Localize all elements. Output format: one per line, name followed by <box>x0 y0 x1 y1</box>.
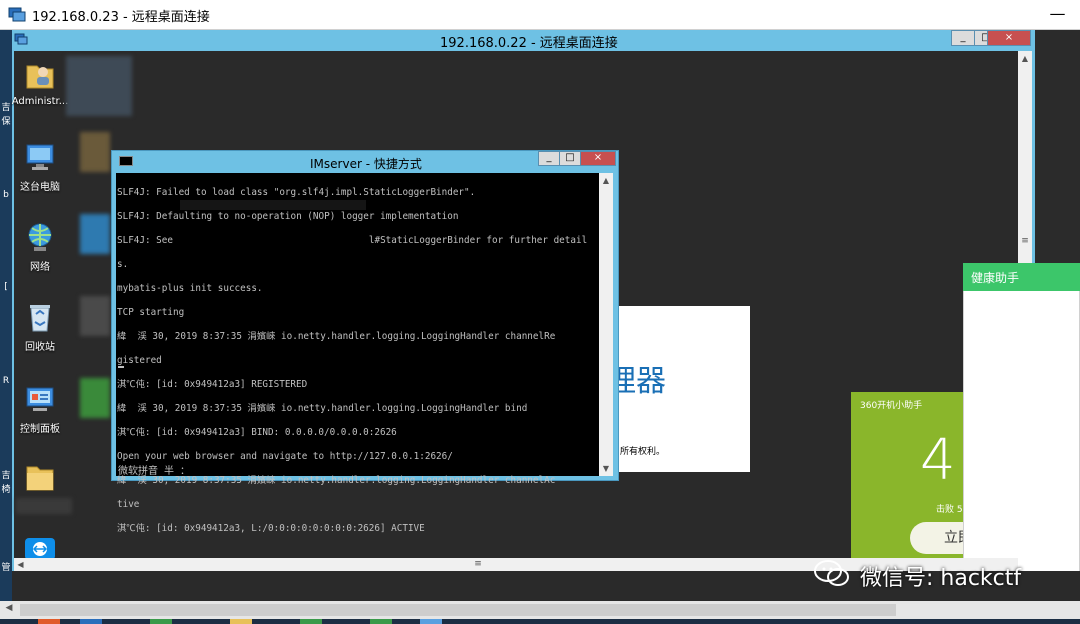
desktop-icon-control-panel[interactable]: 控制面板 <box>10 382 70 435</box>
scroll-left-icon[interactable]: ◀ <box>2 603 16 617</box>
strip-text: [ <box>4 282 8 292</box>
wechat-icon <box>814 560 849 586</box>
desktop-icon-label: 这台电脑 <box>20 182 60 193</box>
360-helper-title: 360开机小助手 <box>860 401 923 411</box>
scroll-down-icon[interactable]: ▼ <box>599 462 613 475</box>
desktop-icon-administrator[interactable]: Administr... <box>10 58 70 107</box>
remote-desktop-icon <box>14 33 28 45</box>
console-restore-button[interactable]: □ <box>559 151 581 166</box>
console-line: 淇℃伅: [id: 0x949412a3] REGISTERED <box>117 379 308 390</box>
desktop-icon-this-pc[interactable]: 这台电脑 <box>10 140 70 193</box>
blurred-icon <box>80 296 110 336</box>
remote-desktop-icon <box>8 7 26 22</box>
console-line: mybatis-plus init success. <box>117 283 263 294</box>
desktop-icon-folder[interactable] <box>10 460 70 498</box>
desktop-icon-label: Administr... <box>11 96 69 107</box>
blurred-icon <box>80 214 110 254</box>
blurred-icon <box>80 132 110 172</box>
control-panel-icon <box>23 382 57 416</box>
strip-text: 保 <box>1 117 11 127</box>
desktop-icon-label: 回收站 <box>25 342 55 353</box>
console-line: gistered <box>117 355 162 366</box>
console-line: TCP starting <box>117 307 185 318</box>
network-icon <box>23 220 57 254</box>
taskbar-app-icon[interactable] <box>230 619 252 624</box>
scrollbar-grip[interactable]: ≡ <box>1018 236 1032 248</box>
taskbar-app-icon[interactable] <box>150 619 172 624</box>
console-line: tive <box>117 499 140 510</box>
desktop-icon-recycle-bin[interactable]: 回收站 <box>10 300 70 353</box>
blurred-window <box>66 56 132 116</box>
scrollbar-thumb[interactable] <box>20 604 896 616</box>
console-line: SLF4J: Failed to load class "org.slf4j.i… <box>117 187 476 198</box>
inner-window-title: 192.168.0.22 - 远程桌面连接 <box>440 36 618 51</box>
blurred-label <box>16 498 72 514</box>
console-scrollbar[interactable] <box>599 173 613 476</box>
console-line: 淇℃伅: [id: 0x949412a3] BIND: 0.0.0.0/0.0.… <box>117 427 397 438</box>
folder-icon <box>23 460 57 494</box>
console-line: SLF4J: Defaulting to no-operation (NOP) … <box>117 211 459 222</box>
desktop-icon-label: 网络 <box>30 262 50 273</box>
computer-icon <box>23 140 57 174</box>
console-minimize-button[interactable]: _ <box>538 151 560 166</box>
console-log: SLF4J: Failed to load class "org.slf4j.i… <box>117 175 599 547</box>
desktop-icon-network[interactable]: 网络 <box>10 220 70 273</box>
watermark-text: 微信号: hackctf <box>860 566 1022 591</box>
user-folder-icon <box>23 58 57 92</box>
scroll-up-icon[interactable]: ▲ <box>599 174 613 187</box>
taskbar-app-icon[interactable] <box>300 619 322 624</box>
health-assistant-title: 健康助手 <box>971 271 1020 285</box>
scroll-up-icon[interactable]: ▲ <box>1018 52 1032 66</box>
teamviewer-icon <box>23 536 57 560</box>
console-line: 緯 渓 30, 2019 8:37:35 涓嬪崍 io.netty.handle… <box>117 403 528 414</box>
blurred-icon <box>80 378 110 418</box>
console-line: 淇℃伅: [id: 0x949412a3, L:/0:0:0:0:0:0:0:0… <box>117 523 425 534</box>
ime-status-text: 微软拼音 半 ： <box>118 466 191 477</box>
console-cursor <box>118 366 124 368</box>
outer-minimize-button[interactable]: — <box>1035 0 1080 30</box>
taskbar-app-icon[interactable] <box>370 619 392 624</box>
outer-window-title: 192.168.0.23 - 远程桌面连接 <box>32 10 210 25</box>
console-line: SLF4J: See l#StaticLoggerBinder for furt… <box>117 235 588 246</box>
inner-minimize-button[interactable]: _ <box>951 30 975 46</box>
inner-close-button[interactable]: × <box>987 30 1031 46</box>
taskbar-app-icon[interactable] <box>80 619 102 624</box>
taskbar-app-icon[interactable] <box>420 619 442 624</box>
scrollbar-grip[interactable]: ≡ <box>472 558 484 571</box>
console-line: 緯 渓 30, 2019 8:37:35 涓嬪崍 io.netty.handle… <box>117 331 556 342</box>
360-helper-subtext: 击败 5 <box>936 505 963 515</box>
console-window-title: IMserver - 快捷方式 <box>310 157 422 171</box>
360-helper-number: 4 <box>920 428 956 493</box>
console-app-icon <box>119 156 133 166</box>
scroll-left-icon[interactable]: ◀ <box>14 558 27 571</box>
console-close-button[interactable]: × <box>580 151 616 166</box>
console-line: s. <box>117 259 129 270</box>
desktop-icon-label: 控制面板 <box>20 424 60 435</box>
taskbar-app-icon[interactable] <box>38 619 60 624</box>
recycle-bin-icon <box>23 300 57 334</box>
health-assistant-panel <box>963 263 1080 583</box>
redacted-url-bar <box>180 200 366 210</box>
dialog-copyright-text: 所有权利。 <box>620 447 666 457</box>
